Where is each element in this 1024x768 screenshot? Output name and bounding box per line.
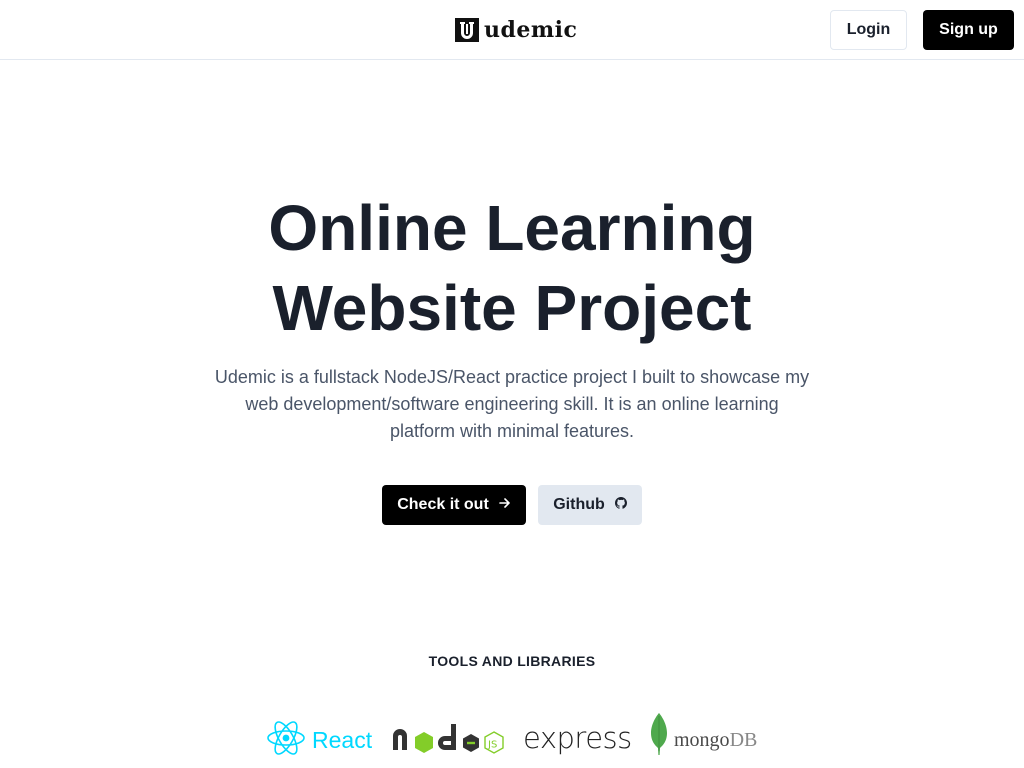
tools-heading: TOOLS AND LIBRARIES [428, 653, 596, 669]
check-it-out-label: Check it out [397, 496, 489, 513]
react-logo-icon [266, 719, 306, 762]
react-logo-text: React [312, 726, 373, 753]
github-icon [614, 496, 627, 514]
github-button[interactable]: Github [538, 485, 642, 525]
hero-title-line-2: Website Project [272, 272, 752, 344]
express-logo-text: express [523, 721, 632, 755]
hero-title: Online Learning Website Project [0, 188, 1024, 348]
logo-text: udemic [484, 17, 578, 43]
signup-button[interactable]: Sign up [923, 10, 1014, 50]
top-navbar: udemic Login Sign up [0, 0, 1024, 60]
udemic-logo-icon [455, 18, 479, 42]
hero-description: Udemic is a fullstack NodeJS/React pract… [214, 367, 810, 441]
mongodb-leaf-icon [650, 712, 668, 760]
login-button[interactable]: Login [830, 10, 907, 50]
arrow-right-icon [498, 496, 511, 514]
nodejs-logo-icon: JS [391, 720, 505, 761]
check-it-out-button[interactable]: Check it out [382, 485, 526, 525]
tool-react: React [266, 720, 372, 760]
mongodb-logo-text: mongoDB [674, 729, 757, 752]
tool-express: express [523, 718, 632, 758]
svg-text:JS: JS [487, 739, 497, 750]
mongodb-logo-text-main: mongo [674, 728, 730, 751]
tool-nodejs: JS [391, 722, 505, 758]
hero-title-line-1: Online Learning [268, 192, 756, 264]
github-label: Github [553, 496, 605, 513]
tool-mongodb: mongoDB [650, 712, 757, 760]
mongodb-logo-text-suffix: DB [729, 728, 758, 751]
logo[interactable]: udemic [455, 17, 577, 43]
